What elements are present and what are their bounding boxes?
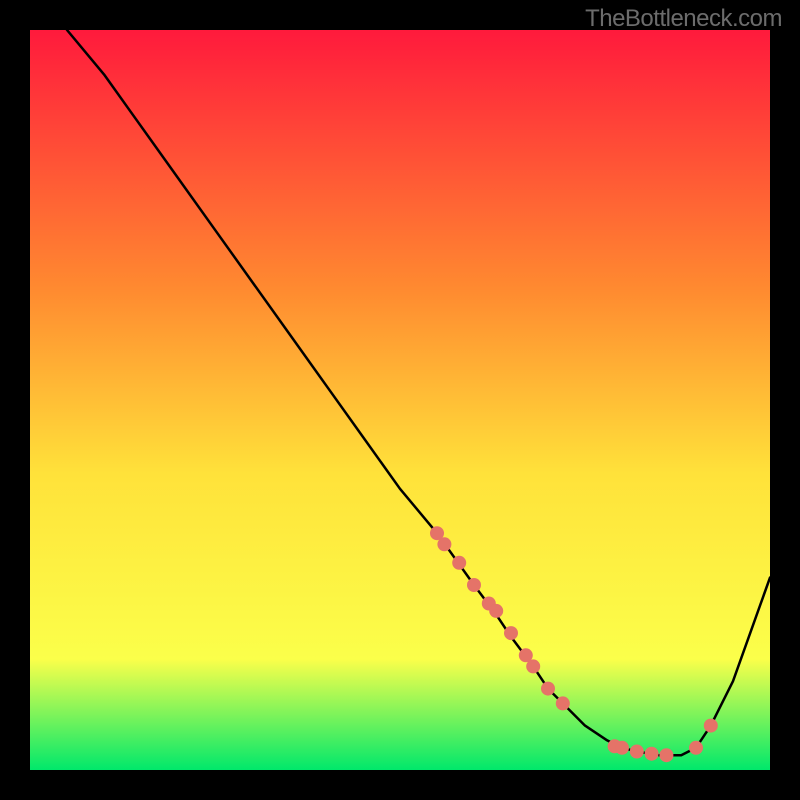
marker-point [556, 696, 570, 710]
marker-point [504, 626, 518, 640]
marker-point [437, 537, 451, 551]
marker-point [630, 745, 644, 759]
marker-point [615, 741, 629, 755]
marker-point [659, 748, 673, 762]
watermark-text: TheBottleneck.com [585, 5, 782, 33]
gradient-background [30, 30, 770, 770]
marker-point [452, 556, 466, 570]
marker-point [541, 682, 555, 696]
marker-point [526, 659, 540, 673]
marker-point [704, 719, 718, 733]
marker-point [489, 604, 503, 618]
chart-container: TheBottleneck.com [0, 0, 800, 800]
marker-point [645, 747, 659, 761]
marker-point [689, 741, 703, 755]
marker-point [467, 578, 481, 592]
plot-area [30, 30, 770, 770]
chart-svg [30, 30, 770, 770]
